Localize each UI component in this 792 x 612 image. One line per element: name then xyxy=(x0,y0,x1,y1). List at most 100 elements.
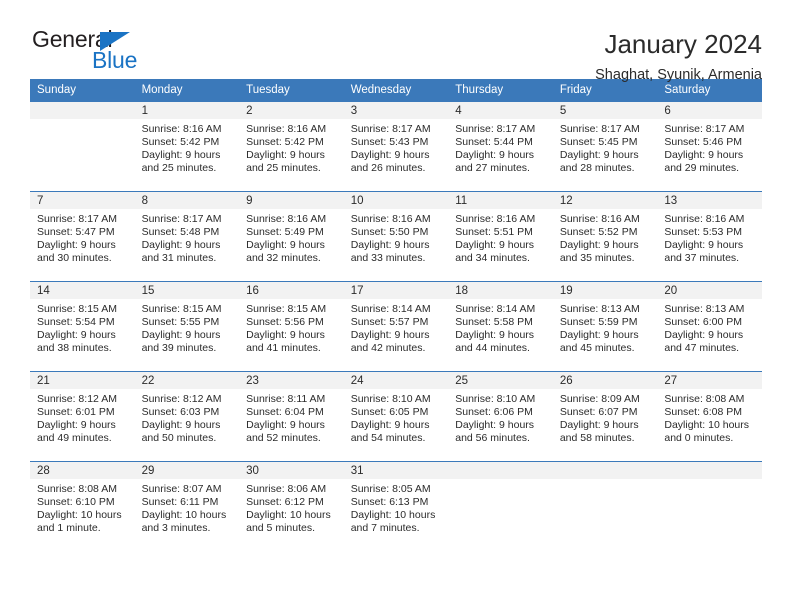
daylight-text-line1: Daylight: 9 hours xyxy=(559,419,639,432)
calendar-day-cell[interactable]: 22 Sunrise: 8:12 AM Sunset: 6:03 PM Dayligh… xyxy=(134,371,240,462)
daylight-text-line2: and 44 minutes. xyxy=(455,342,530,355)
day-details: Sunrise: 8:12 AM Sunset: 6:03 PM Daylight:… xyxy=(135,389,240,445)
sunrise-text: Sunrise: 8:15 AM xyxy=(141,303,222,315)
daylight-text-line2: and 45 minutes. xyxy=(559,342,635,355)
day-number: 30 xyxy=(239,462,344,479)
sunset-text: Sunset: 6:04 PM xyxy=(246,406,324,419)
daylight-text-line1: Daylight: 9 hours xyxy=(350,149,430,162)
daylight-text-line1: Daylight: 9 hours xyxy=(37,419,116,432)
day-details: Sunrise: 8:06 AM Sunset: 6:12 PM Daylight:… xyxy=(239,479,344,535)
daylight-text-line1: Daylight: 9 hours xyxy=(141,329,221,342)
day-number xyxy=(30,102,135,119)
sunset-text: Sunset: 5:44 PM xyxy=(455,136,533,149)
sunset-text: Sunset: 5:42 PM xyxy=(141,136,220,149)
day-number: 22 xyxy=(134,372,240,389)
day-details: Sunrise: 8:11 AM Sunset: 6:04 PM Daylight:… xyxy=(239,389,344,445)
day-details: Sunrise: 8:08 AM Sunset: 6:08 PM Daylight:… xyxy=(657,389,762,445)
sunrise-text: Sunrise: 8:06 AM xyxy=(246,483,327,495)
calendar-day-cell[interactable]: 16 Sunrise: 8:15 AM Sunset: 5:56 PM Dayligh… xyxy=(239,281,344,372)
daylight-text-line2: and 37 minutes. xyxy=(664,252,740,265)
general-blue-logo[interactable]: General Blue xyxy=(30,28,180,74)
sunset-text: Sunset: 6:05 PM xyxy=(350,406,429,419)
sunrise-text: Sunrise: 8:15 AM xyxy=(37,303,117,315)
daylight-text-line2: and 34 minutes. xyxy=(455,252,530,265)
sunrise-text: Sunrise: 8:17 AM xyxy=(664,123,745,135)
calendar-day-cell[interactable]: 3 Sunrise: 8:17 AM Sunset: 5:43 PM Daylight… xyxy=(343,102,449,192)
sunset-text: Sunset: 6:08 PM xyxy=(664,406,743,419)
daylight-text-line2: and 27 minutes. xyxy=(455,162,530,175)
sunset-text: Sunset: 5:52 PM xyxy=(559,226,638,239)
calendar-day-cell[interactable]: 19 Sunrise: 8:13 AM Sunset: 5:59 PM Dayligh… xyxy=(552,281,658,372)
day-number: 31 xyxy=(343,462,449,479)
daylight-text-line2: and 42 minutes. xyxy=(350,342,426,355)
day-details: Sunrise: 8:05 AM Sunset: 6:13 PM Daylight:… xyxy=(344,479,449,535)
day-cell-content: 10 Sunrise: 8:16 AM Sunset: 5:50 PM Dayligh… xyxy=(343,192,449,281)
weekday-header-wednesday: Wednesday xyxy=(343,79,449,102)
calendar-day-cell[interactable]: 10 Sunrise: 8:16 AM Sunset: 5:50 PM Dayligh… xyxy=(343,191,449,282)
calendar-day-cell[interactable]: 8 Sunrise: 8:17 AM Sunset: 5:48 PM Daylight… xyxy=(134,191,240,282)
calendar-day-cell[interactable]: 24 Sunrise: 8:10 AM Sunset: 6:05 PM Dayligh… xyxy=(343,371,449,462)
calendar-day-cell[interactable]: 23 Sunrise: 8:11 AM Sunset: 6:04 PM Dayligh… xyxy=(239,371,344,462)
calendar-week-row: 28 Sunrise: 8:08 AM Sunset: 6:10 PM Dayligh… xyxy=(30,461,762,551)
calendar-day-cell[interactable]: 9 Sunrise: 8:16 AM Sunset: 5:49 PM Daylight… xyxy=(239,191,344,282)
sunset-text: Sunset: 5:58 PM xyxy=(455,316,533,329)
day-number: 1 xyxy=(134,102,240,119)
daylight-text-line2: and 5 minutes. xyxy=(246,522,316,535)
calendar-day-cell[interactable]: 6 Sunrise: 8:17 AM Sunset: 5:46 PM Daylight… xyxy=(657,102,762,192)
calendar-day-cell[interactable]: 21 Sunrise: 8:12 AM Sunset: 6:01 PM Dayligh… xyxy=(30,371,135,462)
day-number: 13 xyxy=(657,192,762,209)
calendar-day-cell[interactable]: 11 Sunrise: 8:16 AM Sunset: 5:51 PM Dayligh… xyxy=(448,191,553,282)
calendar-day-cell[interactable]: 13 Sunrise: 8:16 AM Sunset: 5:53 PM Dayligh… xyxy=(657,191,762,282)
daylight-text-line2: and 25 minutes. xyxy=(246,162,321,175)
daylight-text-line2: and 35 minutes. xyxy=(559,252,635,265)
calendar-day-cell[interactable]: 29 Sunrise: 8:07 AM Sunset: 6:11 PM Dayligh… xyxy=(134,461,240,551)
daylight-text-line2: and 50 minutes. xyxy=(141,432,217,445)
weekday-header-monday: Monday xyxy=(134,79,240,102)
daylight-text-line1: Daylight: 9 hours xyxy=(559,149,639,162)
daylight-text-line2: and 3 minutes. xyxy=(141,522,211,535)
sunset-text: Sunset: 5:42 PM xyxy=(246,136,324,149)
sunset-text: Sunset: 5:46 PM xyxy=(664,136,743,149)
calendar-day-cell[interactable]: 18 Sunrise: 8:14 AM Sunset: 5:58 PM Dayligh… xyxy=(448,281,553,372)
daylight-text-line1: Daylight: 9 hours xyxy=(246,149,325,162)
calendar-day-cell[interactable]: 27 Sunrise: 8:08 AM Sunset: 6:08 PM Dayligh… xyxy=(657,371,762,462)
calendar-day-cell[interactable]: 30 Sunrise: 8:06 AM Sunset: 6:12 PM Dayligh… xyxy=(239,461,344,551)
day-number: 19 xyxy=(552,282,658,299)
calendar-day-cell[interactable]: 7 Sunrise: 8:17 AM Sunset: 5:47 PM Daylight… xyxy=(30,191,135,282)
day-details: Sunrise: 8:13 AM Sunset: 5:59 PM Daylight:… xyxy=(553,299,658,355)
day-number: 10 xyxy=(343,192,449,209)
sunset-text: Sunset: 6:12 PM xyxy=(246,496,324,509)
calendar-day-cell[interactable]: 14 Sunrise: 8:15 AM Sunset: 5:54 PM Dayligh… xyxy=(30,281,135,372)
calendar-day-cell[interactable]: 28 Sunrise: 8:08 AM Sunset: 6:10 PM Dayligh… xyxy=(30,461,135,551)
calendar-body: 1 Sunrise: 8:16 AM Sunset: 5:42 PM Daylight… xyxy=(30,102,762,551)
daylight-text-line1: Daylight: 10 hours xyxy=(350,509,436,522)
daylight-text-line1: Daylight: 9 hours xyxy=(141,239,221,252)
calendar-day-cell[interactable]: 1 Sunrise: 8:16 AM Sunset: 5:42 PM Daylight… xyxy=(134,102,240,192)
calendar-page: General Blue January 2024 Shaghat, Syuni… xyxy=(0,0,792,612)
calendar-day-cell[interactable]: 5 Sunrise: 8:17 AM Sunset: 5:45 PM Daylight… xyxy=(552,102,658,192)
calendar-day-cell[interactable]: 26 Sunrise: 8:09 AM Sunset: 6:07 PM Dayligh… xyxy=(552,371,658,462)
daylight-text-line1: Daylight: 10 hours xyxy=(141,509,227,522)
calendar-day-cell[interactable]: 25 Sunrise: 8:10 AM Sunset: 6:06 PM Dayligh… xyxy=(448,371,553,462)
calendar-day-cell[interactable]: 12 Sunrise: 8:16 AM Sunset: 5:52 PM Dayligh… xyxy=(552,191,658,282)
day-number: 16 xyxy=(239,282,344,299)
daylight-text-line2: and 1 minute. xyxy=(37,522,101,535)
day-number: 20 xyxy=(657,282,762,299)
day-details: Sunrise: 8:16 AM Sunset: 5:52 PM Daylight:… xyxy=(553,209,658,265)
daylight-text-line2: and 47 minutes. xyxy=(664,342,740,355)
day-details: Sunrise: 8:10 AM Sunset: 6:06 PM Daylight:… xyxy=(448,389,553,445)
calendar-day-cell[interactable]: 31 Sunrise: 8:05 AM Sunset: 6:13 PM Dayligh… xyxy=(343,461,449,551)
calendar-day-cell[interactable]: 20 Sunrise: 8:13 AM Sunset: 6:00 PM Dayligh… xyxy=(657,281,762,372)
calendar-day-cell[interactable]: 4 Sunrise: 8:17 AM Sunset: 5:44 PM Daylight… xyxy=(448,102,553,192)
logo-text-blue: Blue xyxy=(92,47,138,73)
calendar-day-cell[interactable]: 15 Sunrise: 8:15 AM Sunset: 5:55 PM Dayligh… xyxy=(134,281,240,372)
day-cell-content: 30 Sunrise: 8:06 AM Sunset: 6:12 PM Dayligh… xyxy=(239,462,344,551)
day-cell-content xyxy=(30,102,135,191)
calendar-day-cell[interactable]: 2 Sunrise: 8:16 AM Sunset: 5:42 PM Daylight… xyxy=(239,102,344,192)
day-number: 17 xyxy=(343,282,449,299)
sunset-text: Sunset: 6:10 PM xyxy=(37,496,115,509)
calendar-day-cell[interactable]: 17 Sunrise: 8:14 AM Sunset: 5:57 PM Dayligh… xyxy=(343,281,449,372)
sunset-text: Sunset: 5:59 PM xyxy=(559,316,638,329)
sunrise-text: Sunrise: 8:09 AM xyxy=(559,393,640,405)
day-number: 6 xyxy=(657,102,762,119)
